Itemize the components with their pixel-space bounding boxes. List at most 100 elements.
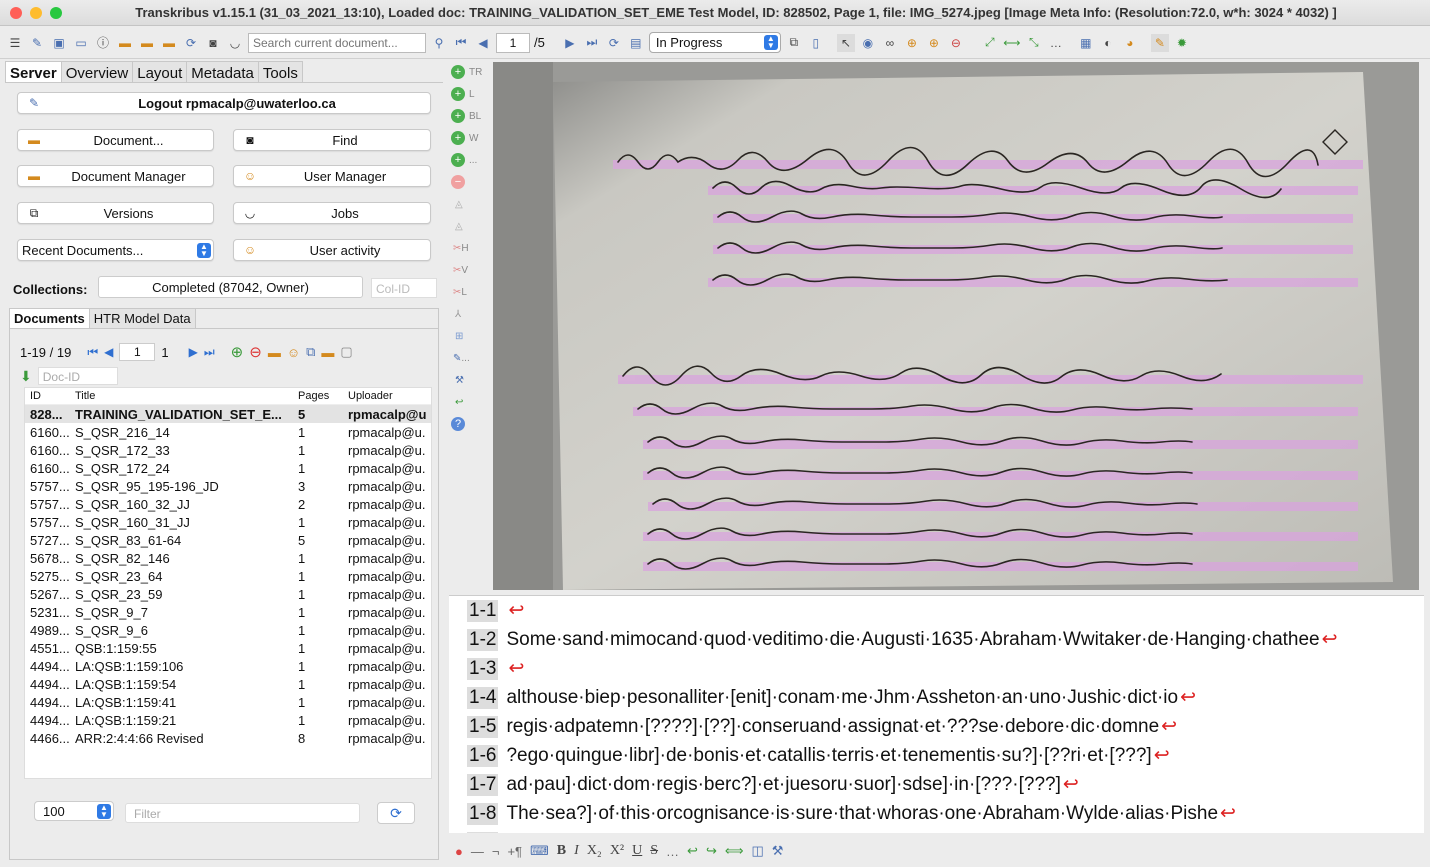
layers-icon[interactable]: ▦ bbox=[1077, 34, 1095, 52]
palette-icon[interactable]: ◕ bbox=[1121, 34, 1139, 52]
table-row[interactable]: 5231... S_QSR_9_7 1 rpmacalp@u. bbox=[25, 603, 431, 621]
zoom-icon[interactable]: ⊕ bbox=[903, 34, 921, 52]
line-text[interactable]: The·sea?]·of·this·orcognisance·is·sure·t… bbox=[506, 803, 1218, 825]
page-number-input[interactable]: 1 bbox=[496, 32, 530, 53]
line-text[interactable]: ad·pau]·dict·dom·regis·berc?]·et·juesoru… bbox=[506, 774, 1060, 796]
document-manager-button[interactable]: ▬ Document Manager bbox=[17, 165, 214, 187]
col-id-header[interactable]: ID bbox=[25, 390, 75, 402]
table-row[interactable]: 6160... S_QSR_216_14 1 rpmacalp@u. bbox=[25, 423, 431, 441]
merge-button[interactable]: ⅄ bbox=[447, 303, 489, 325]
delete-icon[interactable]: ⊖ bbox=[249, 343, 262, 361]
table-row[interactable]: 5727... S_QSR_83_61-64 5 rpmacalp@u. bbox=[25, 531, 431, 549]
split-view-icon[interactable]: ◫ bbox=[752, 843, 764, 859]
undo-button[interactable]: ↩ bbox=[447, 391, 489, 413]
add-point-button[interactable]: ◬ bbox=[447, 193, 489, 215]
table-row[interactable]: 4551... QSB:1:159:55 1 rpmacalp@u. bbox=[25, 639, 431, 657]
documents-page-input[interactable]: 1 bbox=[119, 343, 156, 361]
lock-icon[interactable]: ▢ bbox=[340, 344, 352, 360]
fit-height-icon[interactable]: ⤡ bbox=[1025, 34, 1043, 52]
split-vertical-button[interactable]: ✂ V bbox=[447, 259, 489, 281]
close-window-button[interactable] bbox=[10, 6, 22, 19]
transcript-line[interactable]: 1-4 althouse·biep·pesonalliter·[enit]·con… bbox=[449, 683, 1424, 712]
edit-note-icon[interactable]: ✎ bbox=[1150, 33, 1169, 52]
pages-icon[interactable]: ▯ bbox=[807, 34, 825, 52]
bug-icon[interactable]: ✹ bbox=[1173, 34, 1191, 52]
transcript-line[interactable]: 1-5 regis·adpatemn·[????]·[??]·conseruand… bbox=[449, 712, 1424, 741]
first-page-icon[interactable]: ⏮ bbox=[452, 34, 470, 52]
collection-select[interactable]: Completed (87042, Owner) bbox=[98, 276, 363, 298]
table-row[interactable]: 828... TRAINING_VALIDATION_SET_E... 5 rpmac… bbox=[25, 405, 431, 423]
reload-icon[interactable]: ⟳ bbox=[605, 34, 623, 52]
tab-server[interactable]: Server bbox=[5, 61, 62, 82]
table-row[interactable]: 5757... S_QSR_95_195-196_JD 3 rpmacalp@u. bbox=[25, 477, 431, 495]
document-image[interactable] bbox=[493, 62, 1419, 590]
binoculars-icon[interactable]: ◙ bbox=[204, 34, 222, 52]
zoom-in-icon[interactable]: ⊕ bbox=[925, 34, 943, 52]
logout-button[interactable]: ✎ Logout rpmacalp@uwaterloo.ca bbox=[17, 92, 431, 114]
pen-icon[interactable]: ✎ bbox=[28, 34, 46, 52]
table-row[interactable]: 4494... LA:QSB:1:159:21 1 rpmacalp@u. bbox=[25, 711, 431, 729]
tab-tools[interactable]: Tools bbox=[257, 61, 303, 82]
tab-metadata[interactable]: Metadata bbox=[186, 61, 259, 82]
keyboard-icon[interactable]: ⌨ bbox=[530, 843, 549, 859]
download-arrow-icon[interactable]: ⬇ bbox=[20, 368, 32, 385]
page-status-select[interactable]: In Progress ▲ ▼ bbox=[648, 32, 781, 53]
remove-point-button[interactable]: ◬ bbox=[447, 215, 489, 237]
table-button[interactable]: ⊞ bbox=[447, 325, 489, 347]
eye-icon[interactable]: ◉ bbox=[859, 34, 877, 52]
last-page-icon[interactable]: ⏭ bbox=[204, 345, 215, 360]
next-page-icon[interactable]: ▶ bbox=[561, 34, 579, 52]
menu-icon[interactable]: ☰ bbox=[6, 34, 24, 52]
user-activity-button[interactable]: ☺ User activity bbox=[233, 239, 431, 261]
save-icon[interactable]: ▤ bbox=[627, 34, 645, 52]
transcript-line[interactable]: 1-8 The·sea?]·of·this·orcognisance·is·sur… bbox=[449, 799, 1424, 828]
more-format-icon[interactable]: … bbox=[666, 844, 679, 859]
remove-shape-button[interactable]: − bbox=[447, 171, 489, 193]
page-size-select[interactable]: 100 ▲ ▼ bbox=[34, 801, 114, 821]
sync-icon[interactable]: ⟳ bbox=[182, 34, 200, 52]
info-icon[interactable]: ⓘ bbox=[94, 34, 112, 52]
wrench-icon[interactable]: ⚒ bbox=[772, 843, 784, 859]
folder-open-icon[interactable]: ▬ bbox=[138, 34, 156, 52]
fit-page-icon[interactable]: ⤢ bbox=[981, 34, 999, 52]
table-row[interactable]: 4494... LA:QSB:1:159:106 1 rpmacalp@u. bbox=[25, 657, 431, 675]
refresh-button[interactable]: ⟳ bbox=[377, 802, 415, 824]
contrast-icon[interactable]: ◐ bbox=[1099, 34, 1117, 52]
prev-page-icon[interactable]: ◀ bbox=[474, 34, 492, 52]
cup-icon[interactable]: ◡ bbox=[226, 34, 244, 52]
add-baseline-button[interactable]: + BL bbox=[447, 105, 489, 127]
line-text[interactable]: was·brought·before·Me·by·the·within·bond… bbox=[506, 832, 1224, 834]
folder-add-icon[interactable]: ▬ bbox=[268, 345, 281, 360]
find-button[interactable]: ◙ Find bbox=[233, 129, 431, 151]
line-text[interactable]: althouse·biep·pesonalliter·[enit]·conam·… bbox=[506, 687, 1178, 709]
superscript-icon[interactable]: X² bbox=[610, 843, 624, 859]
last-page-icon[interactable]: ⏭ bbox=[583, 34, 601, 52]
add-more-button[interactable]: +... bbox=[447, 149, 489, 171]
dash-icon[interactable]: — bbox=[471, 844, 484, 859]
transcript-line[interactable]: 1-7 ad·pau]·dict·dom·regis·berc?]·et·jues… bbox=[449, 770, 1424, 799]
col-title-header[interactable]: Title bbox=[75, 390, 298, 402]
transcript-line[interactable]: 1-6 ?ego·quingue·libr]·de·bonis·et·catall… bbox=[449, 741, 1424, 770]
paragraph-icon[interactable]: +¶ bbox=[507, 844, 522, 859]
tab-documents[interactable]: Documents bbox=[10, 309, 90, 328]
transcript-line[interactable]: 1-1 ↩ bbox=[449, 596, 1424, 625]
undo-icon[interactable]: ↩ bbox=[687, 843, 698, 859]
add-word-button[interactable]: + W bbox=[447, 127, 489, 149]
table-row[interactable]: 6160... S_QSR_172_24 1 rpmacalp@u. bbox=[25, 459, 431, 477]
table-row[interactable]: 5267... S_QSR_23_59 1 rpmacalp@u. bbox=[25, 585, 431, 603]
edit-more-button[interactable]: ✎... bbox=[447, 347, 489, 369]
col-id-input[interactable]: Col-ID bbox=[371, 278, 437, 298]
jobs-button[interactable]: ◡ Jobs bbox=[233, 202, 431, 224]
tab-overview[interactable]: Overview bbox=[60, 61, 134, 82]
bold-icon[interactable]: B bbox=[557, 843, 566, 859]
prev-page-icon[interactable]: ◀ bbox=[104, 345, 113, 359]
folder-up-icon[interactable]: ▬ bbox=[321, 345, 334, 360]
swap-icon[interactable]: ⟺ bbox=[725, 843, 744, 859]
glasses-icon[interactable]: ∞ bbox=[881, 34, 899, 52]
first-page-icon[interactable]: ⏮ bbox=[87, 345, 98, 360]
col-uploader-header[interactable]: Uploader bbox=[348, 390, 428, 402]
table-row[interactable]: 5757... S_QSR_160_32_JJ 2 rpmacalp@u. bbox=[25, 495, 431, 513]
search-document-input[interactable] bbox=[248, 32, 426, 53]
recent-documents-select[interactable]: Recent Documents... ▲ ▼ bbox=[17, 239, 214, 261]
table-row[interactable]: 5275... S_QSR_23_64 1 rpmacalp@u. bbox=[25, 567, 431, 585]
